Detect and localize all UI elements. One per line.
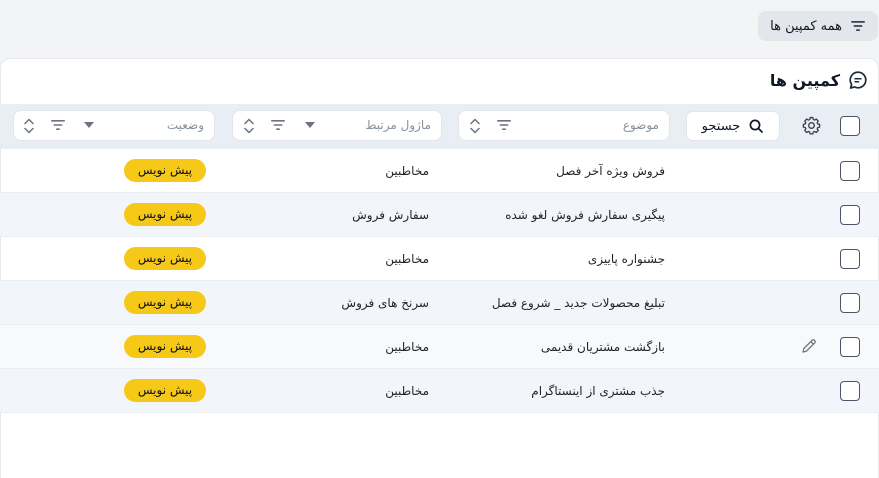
table-row[interactable]: تبلیغ محصولات جدید _ شروع فصل سرنخ های ف… xyxy=(0,281,879,325)
filter-lines-icon[interactable] xyxy=(496,117,512,133)
row-module: مخاطبین xyxy=(385,164,429,178)
status-column-filter[interactable]: وضعیت xyxy=(13,110,215,141)
module-column-filter[interactable]: ماژول مرتبط xyxy=(232,110,442,141)
status-badge: پیش نویس xyxy=(124,203,206,226)
row-module: مخاطبین xyxy=(385,384,429,398)
row-subject[interactable]: فروش ویژه آخر فصل xyxy=(556,149,665,193)
row-checkbox[interactable] xyxy=(840,381,860,401)
row-subject[interactable]: پیگیری سفارش فروش لغو شده xyxy=(505,193,665,237)
top-bar: همه کمپین ها xyxy=(0,0,879,58)
row-checkbox[interactable] xyxy=(840,293,860,313)
page-title: کمپین ها xyxy=(770,69,868,91)
status-badge: پیش نویس xyxy=(124,379,206,402)
row-subject[interactable]: تبلیغ محصولات جدید _ شروع فصل xyxy=(492,281,665,325)
row-subject[interactable]: بازگشت مشتریان قدیمی xyxy=(541,325,665,369)
sort-icon[interactable] xyxy=(22,117,36,135)
status-column-label: وضعیت xyxy=(166,118,204,132)
status-badge: پیش نویس xyxy=(124,335,206,358)
table-row[interactable]: جشنواره پاییزی مخاطبین پیش نویس xyxy=(0,237,879,281)
status-badge: پیش نویس xyxy=(124,247,206,270)
search-icon xyxy=(749,119,764,133)
sort-icon[interactable] xyxy=(468,117,482,135)
row-checkbox[interactable] xyxy=(840,337,860,357)
subject-column-label: موضوع xyxy=(622,118,659,132)
row-subject[interactable]: جذب مشتری از اینستاگرام xyxy=(531,369,665,413)
filter-lines-icon[interactable] xyxy=(50,117,66,133)
chevron-down-icon[interactable] xyxy=(84,122,94,128)
search-button[interactable]: جستجو xyxy=(686,111,780,141)
filter-label: همه کمپین ها xyxy=(770,18,842,34)
row-module: مخاطبین xyxy=(385,252,429,266)
gear-icon[interactable] xyxy=(801,115,822,136)
campaigns-panel: کمپین ها جستجو موضوع ماژول مرتبط وضعیت ف… xyxy=(0,58,879,478)
status-badge: پیش نویس xyxy=(124,291,206,314)
table-row[interactable]: جذب مشتری از اینستاگرام مخاطبین پیش نویس xyxy=(0,369,879,413)
filter-lines-icon[interactable] xyxy=(270,117,286,133)
all-campaigns-filter-button[interactable]: همه کمپین ها xyxy=(758,11,878,41)
row-subject[interactable]: جشنواره پاییزی xyxy=(588,237,665,281)
row-module: سرنخ های فروش xyxy=(341,296,429,310)
sort-icon[interactable] xyxy=(242,117,256,135)
row-checkbox[interactable] xyxy=(840,249,860,269)
table-row[interactable]: پیگیری سفارش فروش لغو شده سفارش فروش پیش… xyxy=(0,193,879,237)
page-title-text: کمپین ها xyxy=(769,70,840,90)
table-row[interactable]: بازگشت مشتریان قدیمی مخاطبین پیش نویس xyxy=(0,325,879,369)
row-module: مخاطبین xyxy=(385,340,429,354)
filter-lines-icon xyxy=(851,21,865,31)
row-checkbox[interactable] xyxy=(840,205,860,225)
chevron-down-icon[interactable] xyxy=(305,122,315,128)
pencil-icon[interactable] xyxy=(800,337,818,355)
status-badge: پیش نویس xyxy=(124,159,206,182)
chat-bubble-icon xyxy=(849,71,867,89)
search-label: جستجو xyxy=(701,118,741,134)
table-header: جستجو موضوع ماژول مرتبط وضعیت xyxy=(0,104,879,149)
module-column-label: ماژول مرتبط xyxy=(365,118,431,132)
row-module: سفارش فروش xyxy=(352,208,429,222)
select-all-checkbox[interactable] xyxy=(840,116,860,136)
subject-column-filter[interactable]: موضوع xyxy=(458,110,670,141)
table-row[interactable]: فروش ویژه آخر فصل مخاطبین پیش نویس xyxy=(0,149,879,193)
row-checkbox[interactable] xyxy=(840,161,860,181)
